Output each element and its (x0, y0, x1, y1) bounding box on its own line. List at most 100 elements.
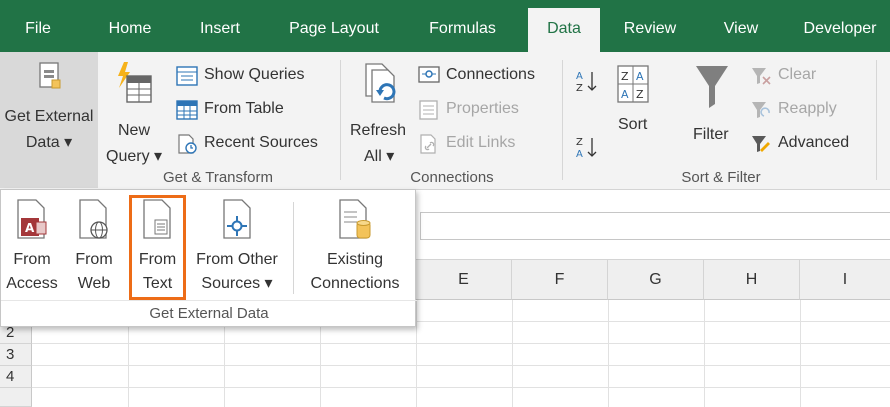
tab-developer[interactable]: Developer (792, 12, 888, 52)
reapply-button[interactable]: Reapply (750, 98, 860, 122)
group-separator (876, 60, 877, 180)
from-other-sources-label-2: Sources ▾ (201, 275, 273, 292)
from-text-highlight (129, 195, 186, 300)
show-queries-button[interactable]: Show Queries (176, 64, 336, 88)
connections-group-label: Connections (410, 169, 494, 186)
new-query-label-2: Query ▾ (106, 148, 163, 165)
column-header-h[interactable]: H (704, 260, 800, 300)
refresh-all-button[interactable]: Refresh All ▾ (346, 58, 414, 168)
get-external-data-label-2: Data ▾ (25, 134, 73, 151)
reapply-icon (752, 102, 770, 118)
from-web-label-2: Web (77, 275, 111, 292)
column-header-g[interactable]: G (608, 260, 704, 300)
row-header-3[interactable]: 3 (0, 344, 32, 366)
access-icon: A (17, 199, 47, 239)
other-sources-icon (223, 199, 251, 239)
refresh-icon (365, 63, 396, 103)
svg-text:Z: Z (636, 88, 644, 101)
tab-file[interactable]: File (10, 12, 66, 52)
grid-row[interactable] (32, 388, 890, 407)
refresh-all-label: Refresh (350, 122, 407, 139)
group-separator (562, 60, 563, 180)
existing-connections-label: Existing (326, 251, 384, 268)
column-header-f[interactable]: F (512, 260, 608, 300)
tab-view[interactable]: View (710, 12, 772, 52)
advanced-filter-icon (752, 136, 770, 152)
svg-text:A: A (636, 70, 644, 83)
from-table-button[interactable]: From Table (176, 98, 336, 122)
sort-ascending-button[interactable]: A Z (574, 68, 604, 94)
database-document-icon (39, 62, 61, 89)
clear-filter-button[interactable]: Clear (750, 64, 860, 88)
group-separator (340, 60, 341, 180)
reapply-label: Reapply (778, 100, 837, 117)
connections-button[interactable]: Connections (418, 64, 558, 88)
column-header-i[interactable]: I (800, 260, 890, 300)
properties-icon (419, 100, 438, 120)
filter-button[interactable]: Filter (686, 62, 740, 166)
edit-links-label: Edit Links (446, 134, 516, 151)
existing-connections-icon (339, 199, 371, 239)
advanced-filter-button[interactable]: Advanced (750, 132, 866, 156)
column-header-e[interactable]: E (416, 260, 512, 300)
ribbon-data: Get External Data ▾ New Query ▾ Show Que… (0, 52, 890, 190)
sort-dialog-icon: Z A A Z (617, 65, 649, 103)
column-gridline (704, 300, 705, 407)
new-query-button[interactable]: New Query ▾ (104, 58, 170, 168)
edit-links-button[interactable]: Edit Links (418, 132, 558, 156)
grid-row[interactable] (32, 366, 890, 388)
tab-formulas[interactable]: Formulas (415, 12, 510, 52)
recent-sources-icon (178, 134, 197, 154)
sort-label: Sort (618, 116, 648, 133)
get-external-data-group-label: Get External Data (1, 300, 417, 326)
edit-links-icon (420, 134, 436, 154)
properties-label: Properties (446, 100, 519, 117)
show-queries-label: Show Queries (204, 66, 305, 83)
sort-descending-button[interactable]: Z A (574, 134, 604, 160)
from-access-label-2: Access (6, 275, 58, 292)
from-access-button[interactable]: A From Access (1, 190, 63, 300)
svg-text:A: A (576, 71, 583, 82)
row-header-4[interactable]: 4 (0, 366, 32, 388)
from-other-sources-button[interactable]: From Other Sources ▾ (187, 190, 287, 300)
from-web-button[interactable]: From Web (65, 190, 123, 300)
tab-data[interactable]: Data (528, 8, 600, 52)
filter-icon (696, 66, 728, 108)
existing-connections-button[interactable]: Existing Connections (299, 190, 411, 300)
get-external-data-dropdown: A From Access From Web From Text From Ot… (0, 189, 417, 327)
svg-text:Z: Z (621, 70, 629, 83)
properties-button[interactable]: Properties (418, 98, 558, 122)
new-query-icon (118, 62, 152, 103)
get-external-data-label: Get External (4, 108, 94, 125)
sort-button[interactable]: Z A A Z Sort (610, 62, 660, 166)
tab-home[interactable]: Home (97, 12, 163, 52)
svg-text:A: A (621, 88, 629, 101)
get-transform-group-label: Get & Transform (162, 169, 274, 186)
column-gridline (800, 300, 801, 407)
from-other-sources-label: From Other (196, 251, 278, 268)
connections-label: Connections (446, 66, 535, 83)
tab-insert[interactable]: Insert (188, 12, 252, 52)
formula-bar-input[interactable] (420, 212, 890, 240)
table-icon (176, 100, 198, 120)
existing-connections-label-2: Connections (310, 275, 400, 292)
svg-text:A: A (576, 149, 583, 160)
get-external-data-button[interactable]: Get External Data ▾ (0, 52, 98, 188)
grid-row[interactable] (32, 344, 890, 366)
ribbon-tab-bar: File Home Insert Page Layout Formulas Da… (0, 0, 890, 52)
sort-z-to-a-icon: Z A (576, 137, 597, 160)
from-table-label: From Table (204, 100, 284, 117)
sort-filter-group-label: Sort & Filter (681, 169, 761, 186)
svg-text:Z: Z (576, 137, 583, 148)
svg-text:A: A (25, 221, 35, 235)
row-header-5[interactable] (0, 388, 32, 407)
tab-review[interactable]: Review (612, 12, 688, 52)
from-access-label: From (13, 251, 51, 268)
clear-filter-icon (752, 68, 771, 85)
tab-page-layout[interactable]: Page Layout (278, 12, 390, 52)
web-globe-icon (79, 199, 108, 239)
connections-icon (418, 66, 440, 83)
clear-label: Clear (778, 66, 817, 83)
recent-sources-button[interactable]: Recent Sources (176, 132, 336, 156)
refresh-all-label-2: All ▾ (364, 148, 395, 165)
